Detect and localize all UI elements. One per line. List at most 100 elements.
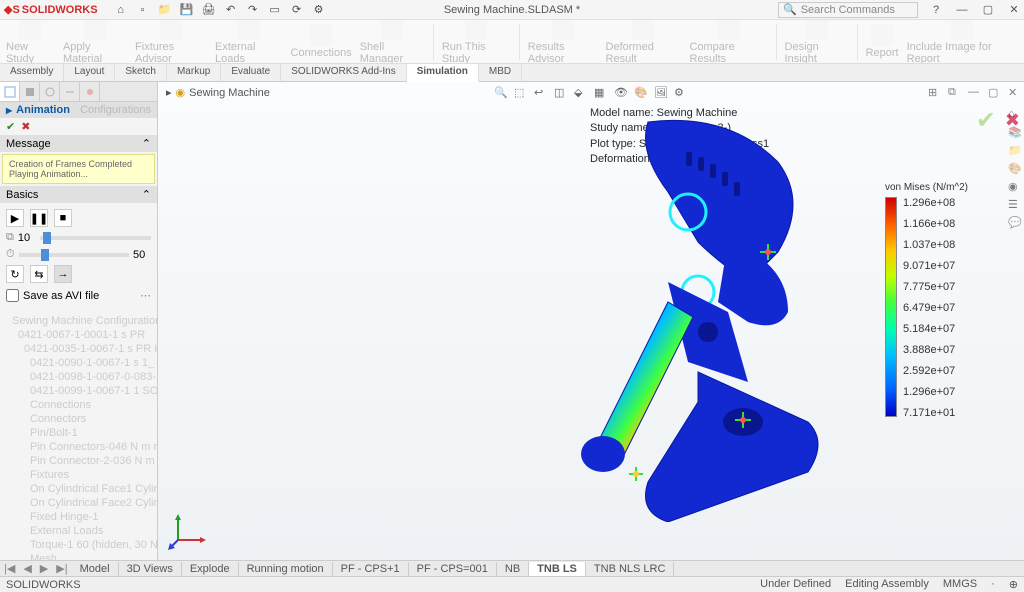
view-settings-icon[interactable]: ⚙ xyxy=(674,86,688,100)
bounce-button[interactable]: ⇆ xyxy=(30,265,48,283)
ribbon-connections[interactable]: Connections xyxy=(291,24,352,59)
status-units[interactable]: MMGS xyxy=(943,578,977,591)
hide-show-icon[interactable]: 👁 xyxy=(614,86,628,100)
panel-tab-display[interactable] xyxy=(80,82,100,101)
previous-view-icon[interactable]: ↩ xyxy=(534,86,548,100)
open-icon[interactable]: 📁 xyxy=(158,3,172,17)
status-custom-icon[interactable]: ⊕ xyxy=(1009,578,1018,591)
once-button[interactable]: → xyxy=(54,265,72,283)
loop-button[interactable]: ↻ xyxy=(6,265,24,283)
browse-icon[interactable]: ⋯ xyxy=(140,289,151,302)
ribbon-compare[interactable]: Compare Results xyxy=(689,20,767,64)
panel-tab-property[interactable] xyxy=(20,82,40,101)
bottom-tab[interactable]: TNB NLS LRC xyxy=(586,562,675,576)
section-view-icon[interactable]: ◫ xyxy=(554,86,568,100)
animation-header[interactable]: ▶ Animation Configurations xyxy=(0,102,157,118)
maximize-icon[interactable]: ▢ xyxy=(982,4,994,16)
print-icon[interactable]: 🖨 xyxy=(202,3,216,17)
play-button[interactable]: ▶ xyxy=(6,209,24,227)
minimize-icon[interactable]: — xyxy=(956,4,968,16)
ribbon-design-insight[interactable]: Design Insight xyxy=(785,20,849,64)
tab-mbd[interactable]: MBD xyxy=(479,64,522,81)
new-icon[interactable]: ▫ xyxy=(136,3,150,17)
tab-markup[interactable]: Markup xyxy=(167,64,221,81)
ribbon-run[interactable]: Run This Study xyxy=(442,20,511,64)
undo-icon[interactable]: ↶ xyxy=(224,3,238,17)
close-icon[interactable]: ✕ xyxy=(1008,4,1020,16)
ribbon-fixtures[interactable]: Fixtures Advisor xyxy=(135,20,207,64)
ribbon-results[interactable]: Results Advisor xyxy=(528,20,598,64)
options-icon[interactable]: ⚙ xyxy=(312,3,326,17)
bottom-tab[interactable]: PF - CPS=001 xyxy=(409,562,497,576)
basics-header[interactable]: Basics ⌃ xyxy=(0,186,157,203)
message-header[interactable]: Message ⌃ xyxy=(0,135,157,152)
rebuild-icon[interactable]: ⟳ xyxy=(290,3,304,17)
tab-addins[interactable]: SOLIDWORKS Add-Ins xyxy=(281,64,406,81)
cancel-icon[interactable]: ✖ xyxy=(21,120,30,133)
apply-scene-icon[interactable]: 🖼 xyxy=(654,86,668,100)
resources-icon[interactable]: ⌂ xyxy=(1008,108,1022,122)
link-icon[interactable]: ⧉ xyxy=(948,86,962,100)
redo-icon[interactable]: ↷ xyxy=(246,3,260,17)
view-palette-icon[interactable]: 🎨 xyxy=(1008,162,1022,176)
display-style-icon[interactable]: ▦ xyxy=(594,86,608,100)
collapse-icon[interactable]: ⌃ xyxy=(142,137,151,150)
bottom-tab[interactable]: Model xyxy=(72,562,119,576)
bottom-tab[interactable]: PF - CPS+1 xyxy=(333,562,409,576)
view-orientation-icon[interactable]: ⬙ xyxy=(574,86,588,100)
panel-tab-dim[interactable] xyxy=(60,82,80,101)
file-explorer-icon[interactable]: 📁 xyxy=(1008,144,1022,158)
expand-tree-icon[interactable]: ▸ xyxy=(166,86,172,99)
bottom-tab[interactable]: Running motion xyxy=(239,562,333,576)
bottom-tab[interactable]: 3D Views xyxy=(119,562,182,576)
ribbon-new-study[interactable]: New Study xyxy=(6,20,55,64)
bottom-tab[interactable]: TNB LS xyxy=(529,562,586,576)
tab-layout[interactable]: Layout xyxy=(64,64,115,81)
graphics-viewport[interactable]: ▸ ◉ Sewing Machine 🔍 ⬚ ↩ ◫ ⬙ ▦ 👁 🎨 🖼 ⚙ ⊞… xyxy=(158,82,1024,560)
pause-button[interactable]: ❚❚ xyxy=(30,209,48,227)
home-icon[interactable]: ⌂ xyxy=(114,3,128,17)
tab-evaluate[interactable]: Evaluate xyxy=(221,64,281,81)
tab-nav-first[interactable]: |◀ xyxy=(0,562,19,575)
ok-icon[interactable]: ✔ xyxy=(6,120,15,133)
tab-sketch[interactable]: Sketch xyxy=(115,64,167,81)
tab-assembly[interactable]: Assembly xyxy=(0,64,64,81)
bottom-tab[interactable]: NB xyxy=(497,562,529,576)
view-triad[interactable] xyxy=(168,510,208,550)
forum-icon[interactable]: 💬 xyxy=(1008,216,1022,230)
search-commands-input[interactable]: 🔍 Search Commands xyxy=(778,2,918,18)
speed-slider[interactable] xyxy=(19,253,129,257)
breadcrumb[interactable]: ▸ ◉ Sewing Machine xyxy=(166,86,270,99)
tab-simulation[interactable]: Simulation xyxy=(407,64,479,82)
select-icon[interactable]: ▭ xyxy=(268,3,282,17)
accept-icon[interactable]: ✔ xyxy=(976,106,996,135)
max-vp-icon[interactable]: ▢ xyxy=(988,86,1002,100)
zoom-area-icon[interactable]: ⬚ xyxy=(514,86,528,100)
ribbon-shell[interactable]: Shell Manager xyxy=(360,20,425,64)
tab-nav-next[interactable]: ▶ xyxy=(36,562,52,575)
save-icon[interactable]: 💾 xyxy=(180,3,194,17)
design-lib-icon[interactable]: 📚 xyxy=(1008,126,1022,140)
ribbon-image-report[interactable]: Include Image for Report xyxy=(907,20,1018,64)
save-avi-row[interactable]: Save as AVI file ⋯ xyxy=(4,285,153,306)
tab-nav-last[interactable]: ▶| xyxy=(52,562,71,575)
appearances-icon[interactable]: ◉ xyxy=(1008,180,1022,194)
tab-nav-prev[interactable]: ◀ xyxy=(19,562,35,575)
collapse-icon[interactable]: ⌃ xyxy=(142,188,151,201)
stop-button[interactable]: ■ xyxy=(54,209,72,227)
custom-props-icon[interactable]: ☰ xyxy=(1008,198,1022,212)
ribbon-loads[interactable]: External Loads xyxy=(215,20,283,64)
help-icon[interactable]: ? xyxy=(930,4,942,16)
bottom-tab[interactable]: Explode xyxy=(182,562,239,576)
edit-appearance-icon[interactable]: 🎨 xyxy=(634,86,648,100)
close-vp-icon[interactable]: ✕ xyxy=(1008,86,1022,100)
tile-icon[interactable]: ⊞ xyxy=(928,86,942,100)
save-avi-checkbox[interactable] xyxy=(6,289,19,302)
min-vp-icon[interactable]: — xyxy=(968,86,982,100)
ribbon-apply-material[interactable]: Apply Material xyxy=(63,20,127,64)
frame-slider[interactable] xyxy=(40,236,151,240)
ribbon-report[interactable]: Report xyxy=(866,24,899,59)
zoom-fit-icon[interactable]: 🔍 xyxy=(494,86,508,100)
ribbon-deformed[interactable]: Deformed Result xyxy=(606,20,682,64)
panel-tab-feature-tree[interactable] xyxy=(0,82,20,101)
